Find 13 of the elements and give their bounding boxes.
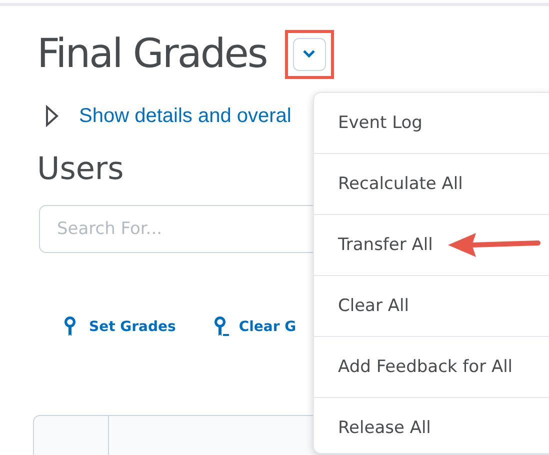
action-link[interactable]: Clear G [214, 316, 296, 338]
menu-item[interactable]: Add Feedback for All [314, 337, 549, 398]
menu-item[interactable]: Release All [314, 398, 549, 455]
menu-toggle-button[interactable] [292, 38, 326, 70]
section-title: Users [37, 151, 124, 187]
page-title: Final Grades [37, 31, 267, 77]
menu-item[interactable]: Clear All [314, 276, 549, 337]
chevron-down-icon [302, 49, 316, 59]
details-link[interactable]: Show details and overal [79, 104, 292, 128]
menu-item[interactable]: Event Log [314, 93, 549, 154]
ribbon-minus-icon [214, 316, 230, 338]
action-link[interactable]: Set Grades [64, 316, 176, 338]
expand-triangle-icon[interactable] [45, 105, 59, 127]
